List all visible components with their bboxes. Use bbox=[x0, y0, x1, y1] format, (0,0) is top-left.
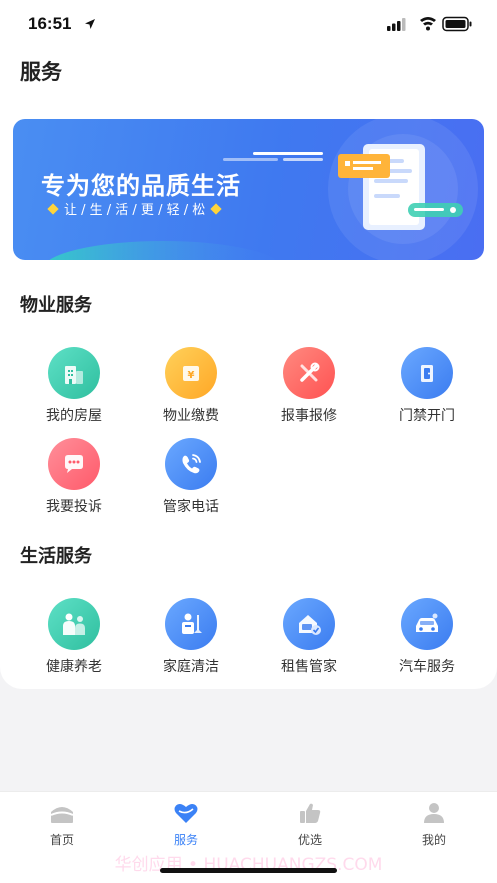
svg-text:¥: ¥ bbox=[188, 370, 195, 381]
service-label: 我要投诉 bbox=[46, 499, 102, 515]
service-label: 我的房屋 bbox=[46, 408, 102, 424]
diamond-icon bbox=[210, 202, 222, 215]
user-icon bbox=[424, 803, 444, 823]
diamond-icon bbox=[47, 202, 59, 215]
service-complaint[interactable]: 我要投诉 bbox=[24, 438, 124, 516]
banner-subtitle-text: 让 / 生 / 活 / 更 / 轻 / 松 bbox=[64, 203, 206, 218]
repair-icon bbox=[283, 347, 335, 399]
section-title-property: 物业服务 bbox=[20, 295, 92, 316]
chat-bubble-orange bbox=[338, 154, 390, 178]
tab-label: 优选 bbox=[297, 833, 322, 847]
home-icon bbox=[50, 807, 74, 823]
tab-label: 服务 bbox=[173, 833, 198, 847]
banner-title: 专为您的品质生活 bbox=[41, 172, 241, 200]
tab-label: 首页 bbox=[49, 833, 74, 847]
section-title-life: 生活服务 bbox=[20, 546, 92, 567]
service-home-cleaning[interactable]: 家庭清洁 bbox=[141, 598, 241, 676]
tab-label: 我的 bbox=[421, 833, 446, 847]
battery-icon bbox=[442, 16, 472, 32]
status-time: 16:51 bbox=[28, 14, 72, 33]
status-icons bbox=[387, 16, 472, 32]
thumbs-up-icon bbox=[300, 803, 321, 823]
tab-services[interactable]: 服务 bbox=[146, 802, 226, 848]
service-rental-butler[interactable]: 租售管家 bbox=[259, 598, 359, 676]
service-car[interactable]: 汽车服务 bbox=[377, 598, 477, 676]
service-label: 健康养老 bbox=[46, 659, 102, 675]
car-icon bbox=[401, 598, 453, 650]
cleaning-icon bbox=[165, 598, 217, 650]
banner-subtitle: 让 / 生 / 活 / 更 / 轻 / 松 bbox=[47, 199, 222, 218]
service-label: 报事报修 bbox=[281, 408, 337, 424]
service-label: 管家电话 bbox=[163, 499, 219, 515]
service-door-access[interactable]: 门禁开门 bbox=[377, 347, 477, 425]
service-butler-phone[interactable]: 管家电话 bbox=[141, 438, 241, 516]
payment-icon: ¥ bbox=[165, 347, 217, 399]
rental-icon bbox=[283, 598, 335, 650]
tab-profile[interactable]: 我的 bbox=[394, 802, 474, 848]
service-label: 物业缴费 bbox=[163, 408, 219, 424]
chat-bubble-blue bbox=[408, 203, 463, 217]
location-arrow-icon bbox=[85, 19, 95, 29]
promo-banner[interactable]: 专为您的品质生活 让 / 生 / 活 / 更 / 轻 / 松 bbox=[13, 119, 484, 260]
elderly-care-icon bbox=[48, 598, 100, 650]
service-elderly-care[interactable]: 健康养老 bbox=[24, 598, 124, 676]
phone-icon bbox=[165, 438, 217, 490]
service-repair[interactable]: 报事报修 bbox=[259, 347, 359, 425]
service-label: 汽车服务 bbox=[399, 659, 455, 675]
service-label: 租售管家 bbox=[281, 659, 337, 675]
signal-icon bbox=[387, 18, 406, 31]
status-bar: 16:51 bbox=[0, 0, 497, 48]
heart-icon bbox=[174, 804, 198, 823]
wifi-icon bbox=[420, 17, 436, 31]
home-indicator[interactable] bbox=[160, 868, 337, 873]
service-my-house[interactable]: 我的房屋 bbox=[24, 347, 124, 425]
page-title: 服务 bbox=[20, 60, 62, 84]
service-label: 门禁开门 bbox=[399, 408, 455, 424]
building-icon bbox=[48, 347, 100, 399]
service-property-fee[interactable]: ¥ 物业缴费 bbox=[141, 347, 241, 425]
service-label: 家庭清洁 bbox=[163, 659, 219, 675]
door-icon bbox=[401, 347, 453, 399]
tab-home[interactable]: 首页 bbox=[22, 802, 102, 848]
complaint-icon bbox=[48, 438, 100, 490]
tab-selection[interactable]: 优选 bbox=[270, 802, 350, 848]
